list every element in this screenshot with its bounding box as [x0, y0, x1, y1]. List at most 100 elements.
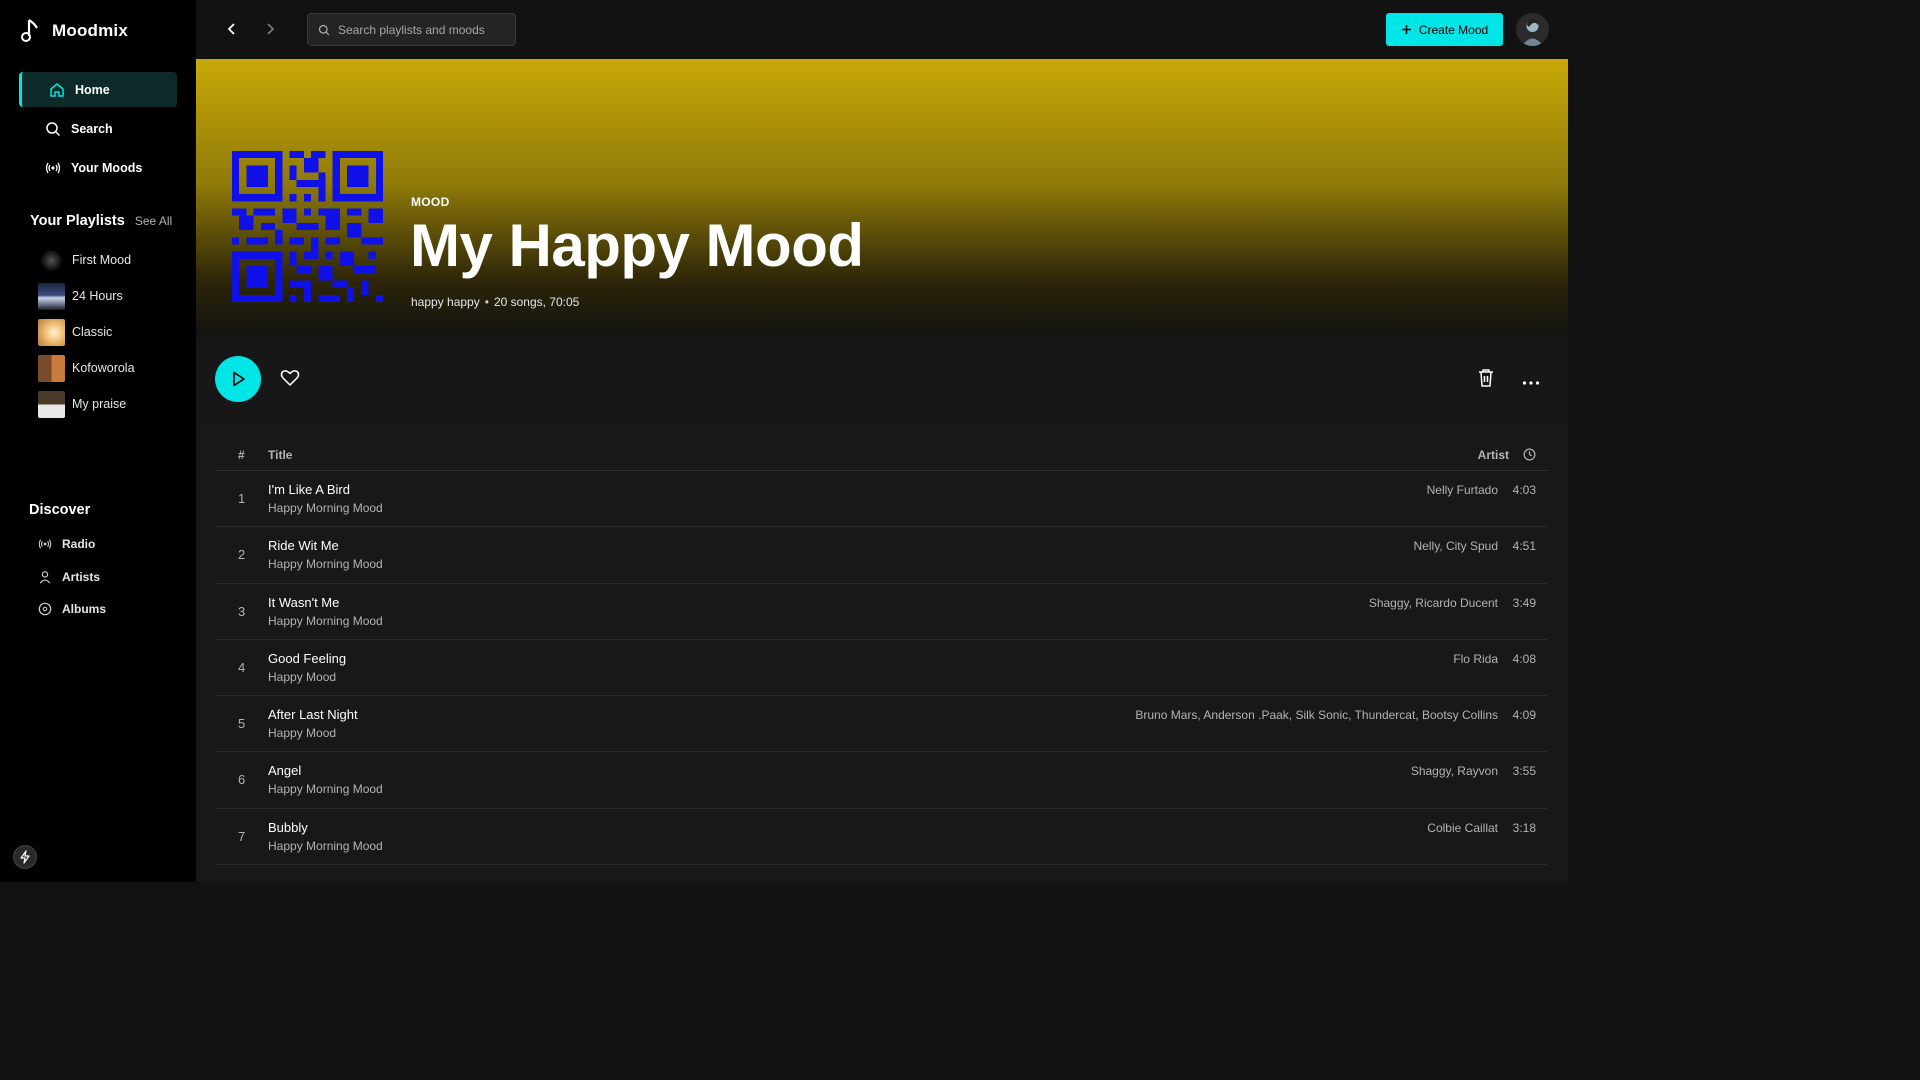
track-artist: Colbie Caillat [1427, 820, 1498, 835]
like-button[interactable] [280, 368, 300, 393]
playlist-label: My praise [72, 397, 127, 411]
bolt-button[interactable] [13, 845, 37, 869]
sidebar: Moodmix Home Search Your Moods Your Play… [0, 0, 196, 882]
app-name: Moodmix [52, 21, 129, 40]
track-title: Bubbly [268, 819, 308, 835]
column-artist: Artist [1477, 448, 1509, 462]
logo[interactable]: Moodmix [20, 18, 128, 44]
track-mood: Happy Morning Mood [268, 501, 383, 515]
track-mood: Happy Morning Mood [268, 613, 383, 628]
track-title: I'm Like A Bird [268, 482, 350, 497]
track-mood: Happy Morning Mood [268, 838, 383, 853]
track-mood: Happy Morning Mood [268, 557, 383, 572]
nav-home-label: Home [75, 82, 110, 97]
mood-title: My Happy Mood [410, 212, 864, 279]
playlist-thumbnail [38, 282, 65, 310]
playlist-label: First Mood [72, 253, 132, 267]
track-title: It Wasn't Me [268, 594, 340, 610]
playlist-item-classic[interactable]: Classic [38, 314, 188, 350]
mood-stats: 20 songs, 70:05 [493, 295, 580, 309]
playlist-thumbnail [38, 318, 65, 346]
trash-icon [1479, 369, 1493, 387]
playlist-thumbnail [38, 390, 65, 418]
mood-type-label: MOOD [411, 195, 450, 209]
play-icon [233, 371, 245, 387]
table-header: # Title Artist [216, 443, 1548, 471]
playlist-label: Kofoworola [72, 361, 135, 375]
chevron-left-icon [227, 23, 235, 35]
playlist-item-24-hours[interactable]: 24 Hours [38, 278, 188, 314]
discover-artists-label: Artists [62, 569, 101, 584]
more-options-button[interactable] [1522, 373, 1540, 391]
discover-albums-label: Albums [62, 602, 107, 617]
track-duration: 3:18 [1512, 820, 1536, 835]
track-number: 2 [238, 547, 246, 563]
discover-albums[interactable]: Albums [38, 593, 188, 626]
heart-icon [280, 370, 300, 386]
playlist-item-kofoworola[interactable]: Kofoworola [38, 350, 188, 386]
track-number: 5 [238, 716, 246, 732]
delete-button[interactable] [1477, 368, 1495, 393]
track-duration: 3:55 [1512, 764, 1536, 779]
more-horizontal-icon [1522, 381, 1540, 385]
track-row[interactable]: 6 Angel Happy Morning Mood Shaggy, Rayvo… [216, 752, 1548, 809]
main-nav: Home Search Your Moods [19, 72, 177, 189]
avatar[interactable] [1516, 13, 1549, 46]
see-all-link[interactable]: See All [135, 214, 172, 228]
mood-cover-qr-code [232, 151, 383, 302]
track-row[interactable]: 1 I'm Like A Bird Happy Morning Mood Nel… [216, 471, 1548, 528]
mood-header: MOOD My Happy Mood happy happy • 20 song… [196, 59, 1568, 337]
track-duration: 4:08 [1512, 651, 1536, 666]
track-artist: Bruno Mars, Anderson .Paak, Silk Sonic, … [1135, 708, 1498, 723]
track-row[interactable]: 5 After Last Night Happy Mood Bruno Mars… [216, 696, 1548, 753]
broadcast-icon [45, 162, 61, 173]
track-row[interactable]: 7 Bubbly Happy Morning Mood Colbie Caill… [216, 809, 1548, 866]
nav-search[interactable]: Search [19, 111, 177, 146]
track-table: # Title Artist 1 I'm Like A Bird Happy M… [196, 421, 1568, 882]
search-bar [307, 13, 516, 46]
discover-radio[interactable]: Radio [38, 528, 188, 561]
app-root: Moodmix Home Search Your Moods Your Play… [0, 0, 1568, 882]
playlists-title: Your Playlists [30, 213, 125, 229]
home-icon [50, 82, 64, 97]
track-row[interactable]: 2 Ride Wit Me Happy Morning Mood Nelly, … [216, 527, 1548, 584]
track-artist: Nelly, City Spud [1413, 539, 1498, 554]
playlist-item-first-mood[interactable]: First Mood [38, 242, 188, 278]
track-title: Ride Wit Me [268, 538, 339, 554]
track-title: After Last Night [268, 707, 358, 723]
radio-icon [38, 539, 52, 549]
track-number: 4 [238, 659, 246, 675]
playlist-thumbnail [38, 246, 65, 274]
back-button[interactable] [221, 18, 243, 40]
discover-title: Discover [29, 502, 91, 518]
search-input[interactable] [338, 22, 508, 37]
plus-icon [1401, 25, 1411, 34]
track-number: 6 [238, 772, 246, 788]
track-row[interactable]: 4 Good Feeling Happy Mood Flo Rida 4:08 [216, 640, 1548, 697]
forward-button[interactable] [259, 18, 281, 40]
playlist-label: 24 Hours [72, 289, 123, 303]
play-button[interactable] [215, 356, 261, 402]
track-number: 7 [238, 828, 246, 844]
track-mood: Happy Morning Mood [268, 782, 383, 797]
create-mood-button[interactable]: Create Mood [1386, 13, 1503, 46]
mood-meta: happy happy • 20 songs, 70:05 [411, 295, 579, 309]
top-bar: Create Mood [196, 0, 1568, 59]
discover-artists[interactable]: Artists [38, 561, 188, 594]
search-icon [46, 121, 61, 136]
create-mood-label: Create Mood [1418, 22, 1489, 37]
bolt-icon [20, 850, 30, 864]
music-note-icon [21, 19, 38, 42]
disc-icon [38, 602, 52, 616]
playlist-label: Classic [72, 325, 113, 339]
playlist-list: First Mood 24 Hours Classic Kofoworola M… [38, 242, 188, 422]
track-row[interactable]: 3 It Wasn't Me Happy Morning Mood Shaggy… [216, 584, 1548, 640]
track-number: 3 [238, 603, 246, 619]
playlist-item-my-praise[interactable]: My praise [38, 386, 188, 422]
clock-icon [1523, 448, 1536, 464]
action-bar [196, 337, 1568, 421]
user-icon [39, 570, 51, 584]
separator-dot: • [484, 295, 489, 309]
nav-home[interactable]: Home [19, 72, 177, 107]
nav-your-moods[interactable]: Your Moods [19, 150, 177, 185]
